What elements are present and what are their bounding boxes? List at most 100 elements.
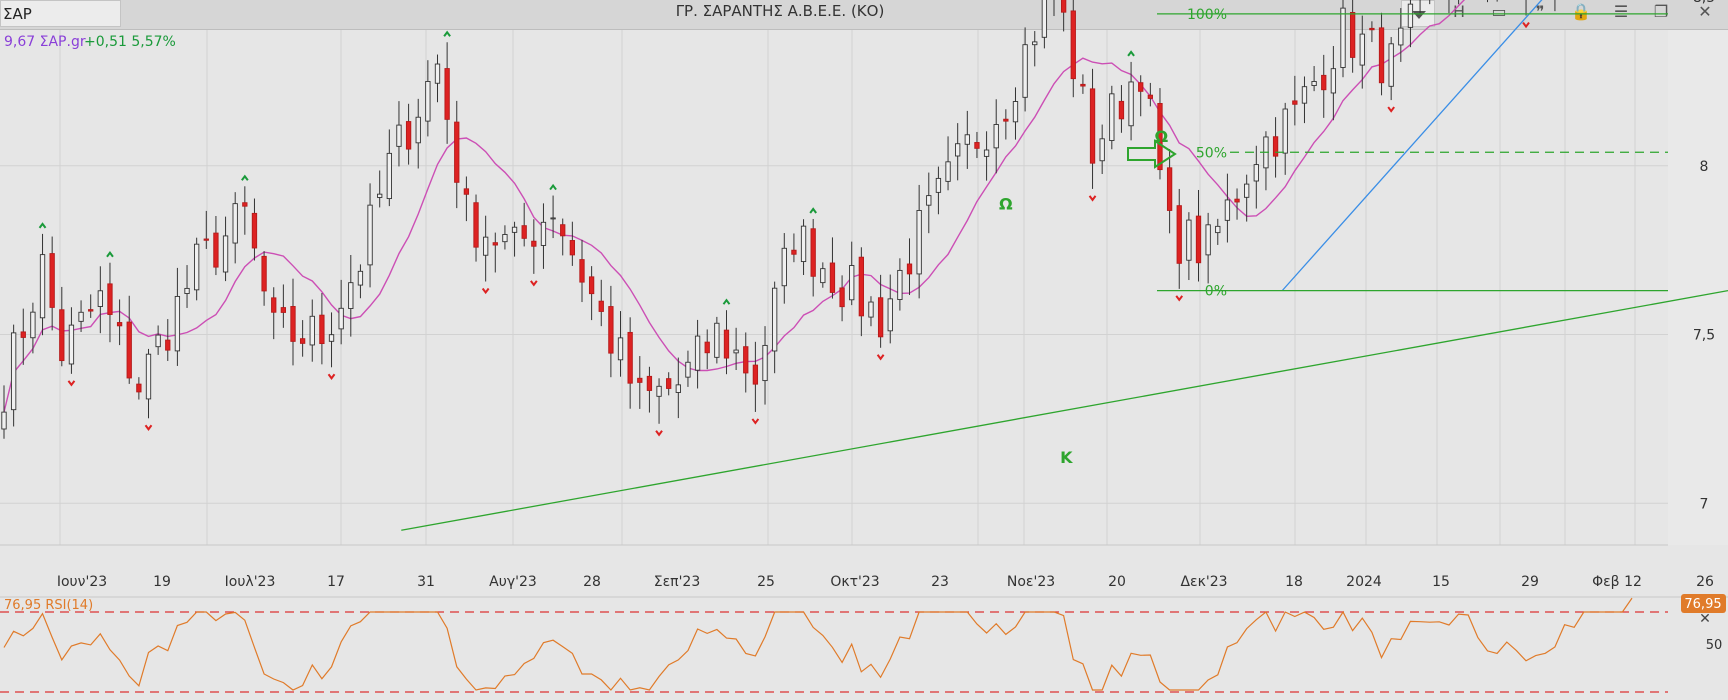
candle-body [1369, 27, 1375, 31]
candle-body [1128, 81, 1134, 127]
candle-body [1118, 100, 1125, 120]
candle-body [338, 307, 344, 330]
candle-body [743, 346, 749, 374]
candle-body [1003, 118, 1009, 122]
candle-body [569, 240, 576, 256]
candle-body [916, 210, 922, 275]
x-tick-label: 29 [1521, 574, 1539, 590]
close-icon[interactable]: ✕ [1699, 611, 1711, 627]
candle-body [502, 234, 508, 243]
candle [1496, 0, 1498, 2]
quote-price: 9,67 ΣΑΡ.gr [4, 34, 86, 50]
candle-body [1407, 3, 1414, 28]
candle-body [694, 335, 701, 371]
candle-body [926, 195, 932, 206]
candle-body [646, 375, 653, 391]
rsi-tick-label: 50 [1706, 638, 1723, 653]
candle-body [1138, 82, 1144, 92]
candle-body [1166, 167, 1173, 211]
candle-body [1109, 93, 1115, 141]
candle-body [309, 315, 315, 346]
x-tick-label: 31 [417, 574, 435, 590]
candle-body [1195, 215, 1202, 264]
candle-body [1349, 12, 1356, 58]
candle-body [136, 383, 142, 393]
x-tick-label: Οκτ'23 [830, 574, 879, 590]
candle-body [88, 309, 94, 312]
candle-body [59, 309, 65, 362]
candle-body [579, 259, 585, 283]
candle-body [1311, 81, 1317, 87]
candle-body [1224, 199, 1231, 221]
candle-body [685, 361, 691, 378]
candle-body [897, 269, 903, 300]
candle-body [1378, 27, 1385, 84]
candle-body [829, 262, 836, 293]
x-tick-label: 15 [1432, 574, 1450, 590]
candle-body [781, 247, 787, 287]
candle-body [820, 268, 826, 284]
fib-level-label: 100% [1187, 7, 1227, 23]
candle-body [174, 295, 181, 352]
candle [1487, 0, 1489, 3]
candle-body [877, 297, 884, 338]
wave-label: Ω [1155, 127, 1169, 146]
candle [1060, 0, 1067, 32]
candle-body [935, 177, 942, 193]
x-tick-label: 19 [153, 574, 171, 590]
y-tick-label: 8 [1700, 159, 1709, 175]
x-tick-label: Αυγ'23 [489, 574, 537, 590]
candle-body [1041, 0, 1048, 38]
x-tick-label: Νοε'23 [1007, 574, 1055, 590]
candle-body [723, 329, 730, 359]
candle-body [839, 287, 845, 308]
candle-body [213, 232, 219, 268]
candle-body [521, 225, 527, 239]
candle-body [473, 202, 479, 248]
x-tick-label: Φεβ 12 [1592, 574, 1642, 590]
candle-body [1321, 74, 1327, 91]
x-tick-label: 17 [327, 574, 345, 590]
candle [1554, 0, 1556, 12]
candle [1340, 0, 1346, 78]
candle-body [39, 254, 46, 319]
candle-body [107, 283, 113, 315]
candle-body [492, 242, 498, 246]
candle-body [1292, 100, 1298, 105]
x-tick-label: 25 [757, 574, 775, 590]
x-tick-label: 26 [1696, 574, 1714, 590]
candle-body [1234, 198, 1240, 203]
candle-body [762, 344, 768, 382]
price-chart[interactable]: 77,588,599,50%50%100%161.8%200%ΩKΩZTRADE… [0, 0, 1728, 700]
y-tick-label: 7,5 [1693, 328, 1715, 344]
x-tick-label: 2024 [1346, 574, 1382, 590]
candle [1419, 0, 1421, 14]
candle-body [425, 81, 431, 122]
candle-body [165, 339, 171, 351]
candle-body [1359, 33, 1365, 66]
candle-body [1022, 44, 1028, 98]
candle-body [588, 276, 595, 295]
candle-body [993, 124, 999, 149]
candle-body [232, 203, 238, 244]
candle-body [1253, 164, 1259, 182]
candle [1448, 0, 1450, 13]
candle-body [560, 224, 566, 237]
x-tick-label: Δεκ'23 [1180, 574, 1227, 590]
candle-body [858, 256, 864, 317]
candle-body [377, 193, 383, 198]
candle-body [1282, 108, 1288, 154]
candle-body [463, 188, 470, 195]
candle-body [637, 377, 643, 383]
x-tick-label: Σεπ'23 [654, 574, 701, 590]
candle-body [405, 121, 412, 150]
candle-body [1215, 225, 1221, 234]
candle-body [97, 290, 103, 307]
y-tick-label: 8,5 [1693, 0, 1715, 6]
candle-body [49, 253, 55, 308]
candle-body [1340, 7, 1346, 68]
candle-body [444, 68, 450, 120]
fib-level-label: 50% [1196, 145, 1227, 161]
rsi-value-label: 76,95 [1684, 597, 1721, 612]
fib-level-label: 0% [1205, 284, 1227, 300]
